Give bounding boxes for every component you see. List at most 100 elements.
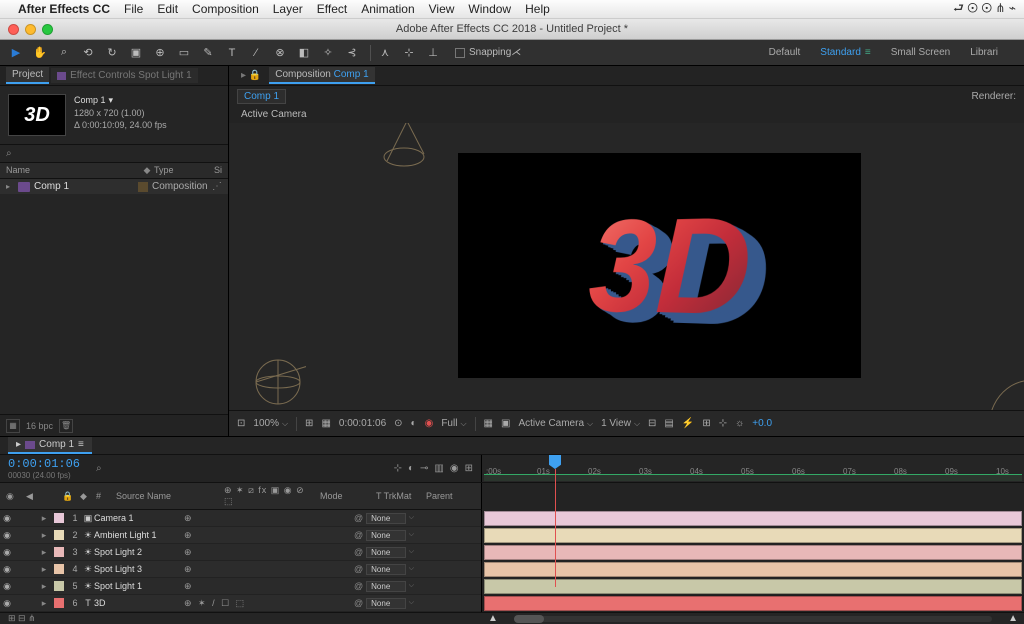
pixel-aspect-icon[interactable]: ▤ <box>664 418 673 429</box>
draft3d-icon[interactable]: ◐ <box>408 463 414 474</box>
parent-dropdown[interactable]: @None⌵ <box>354 513 414 524</box>
rotate-tool[interactable]: ↻ <box>102 43 122 63</box>
menu-animation[interactable]: Animation <box>361 2 414 16</box>
playhead[interactable] <box>555 455 561 482</box>
spot-light-wireframe-icon[interactable] <box>379 123 429 169</box>
work-area[interactable] <box>484 474 1022 481</box>
axis-world-icon[interactable]: ⊹ <box>399 43 419 63</box>
label-color[interactable] <box>54 530 64 540</box>
twirl-icon[interactable]: ▸ <box>38 530 50 541</box>
label-color[interactable] <box>54 547 64 557</box>
parent-dropdown[interactable]: @None⌵ <box>354 564 414 575</box>
layer-name[interactable]: Ambient Light 1 <box>94 530 184 540</box>
time-ruler[interactable]: :00s01s02s03s04s05s06s07s08s09s10s <box>482 455 1024 483</box>
workspace-libraries[interactable]: Librari <box>970 47 998 58</box>
workspace-standard[interactable]: Standard≡ <box>820 47 870 58</box>
preview-tc[interactable]: 0:00:01:06 <box>339 418 386 429</box>
layer-name[interactable]: Spot Light 3 <box>94 564 184 574</box>
roi-icon[interactable]: ◉ <box>425 418 434 429</box>
resolution-dropdown[interactable]: Full <box>441 418 466 429</box>
twirl-icon[interactable]: ▸ <box>38 513 50 524</box>
header-source[interactable]: Source Name <box>116 491 218 501</box>
pickwhip-icon[interactable]: @ <box>354 598 363 608</box>
axis-local-icon[interactable]: ⋏ <box>375 43 395 63</box>
orbit-tool[interactable]: ⟲ <box>78 43 98 63</box>
layer-switches[interactable]: ⊕ <box>184 581 274 592</box>
menu-file[interactable]: File <box>124 2 143 16</box>
toggle-switches-icon[interactable]: ⊞ ⊟ ⋔ <box>8 613 36 624</box>
pan-behind-tool[interactable]: ⊕ <box>150 43 170 63</box>
grid-icon[interactable]: ▦ <box>484 418 493 429</box>
composition-viewport[interactable]: 3D 3D 3D 3D 3D 3D 3D <box>229 123 1024 410</box>
parent-dropdown[interactable]: @None⌵ <box>354 530 414 541</box>
label-color[interactable] <box>54 564 64 574</box>
zoom-in-icon[interactable]: ▲ <box>1002 613 1024 624</box>
header-trkmat[interactable]: T TrkMat <box>376 491 420 501</box>
menu-composition[interactable]: Composition <box>192 2 259 16</box>
zoom-slider[interactable] <box>514 616 992 622</box>
twirl-icon[interactable]: ▸ <box>38 547 50 558</box>
header-switches[interactable]: ⊕ ✶ ⧄ fx ▣ ◉ ⊘ ⬚ <box>224 485 314 507</box>
magnify-icon[interactable]: ⊡ <box>237 418 245 429</box>
pickwhip-icon[interactable]: @ <box>354 564 363 574</box>
hand-tool[interactable]: ✋ <box>30 43 50 63</box>
layer-bar[interactable] <box>484 562 1022 577</box>
motion-blur-icon[interactable]: ◉ <box>450 463 459 474</box>
col-type[interactable]: Type <box>154 165 214 176</box>
window-titlebar[interactable]: Adobe After Effects CC 2018 - Untitled P… <box>0 19 1024 40</box>
camera-tool[interactable]: ▣ <box>126 43 146 63</box>
res-full-icon[interactable]: ⊞ <box>305 418 313 429</box>
current-time[interactable]: 0:00:01:06 <box>8 457 80 471</box>
comp-mini-flowchart-icon[interactable]: ⊹ <box>394 463 402 474</box>
timeline-search[interactable]: ⌕ <box>96 463 384 474</box>
axis-view-icon[interactable]: ⊥ <box>423 43 443 63</box>
layer-name[interactable]: 3D <box>94 598 184 608</box>
puppet-tool[interactable]: ⊰ <box>342 43 362 63</box>
label-color[interactable] <box>54 513 64 523</box>
camera-dropdown[interactable]: Active Camera <box>518 418 593 429</box>
pickwhip-icon[interactable]: @ <box>354 513 363 523</box>
3d-text-layer[interactable]: 3D 3D 3D 3D 3D 3D 3D <box>586 185 754 347</box>
view-options-icon[interactable]: ⊟ <box>648 418 656 429</box>
header-mode[interactable]: Mode <box>320 491 370 501</box>
snapping-toggle[interactable]: Snapping ⋌ <box>455 47 521 58</box>
pickwhip-icon[interactable]: @ <box>354 547 363 557</box>
layer-row[interactable]: ◉▸4☀Spot Light 3⊕@None⌵ <box>0 561 481 578</box>
layer-bar[interactable] <box>484 579 1022 594</box>
label-color[interactable] <box>54 598 64 608</box>
visibility-toggle[interactable]: ◉ <box>0 598 14 609</box>
frame-blend-icon[interactable]: ▥ <box>434 463 443 474</box>
visibility-toggle[interactable]: ◉ <box>0 564 14 575</box>
visibility-toggle[interactable]: ◉ <box>0 547 14 558</box>
guides-icon[interactable]: ▣ <box>501 418 510 429</box>
layer-switches[interactable]: ⊕ <box>184 513 274 524</box>
layer-name[interactable]: Camera 1 <box>94 513 184 523</box>
parent-dropdown[interactable]: @None⌵ <box>354 581 414 592</box>
menu-layer[interactable]: Layer <box>273 2 303 16</box>
menu-window[interactable]: Window <box>468 2 511 16</box>
pickwhip-icon[interactable]: @ <box>354 530 363 540</box>
layer-bar[interactable] <box>484 528 1022 543</box>
menu-view[interactable]: View <box>429 2 455 16</box>
snapshot-icon[interactable]: ⊙ <box>394 418 402 429</box>
hide-shy-icon[interactable]: ⊸ <box>420 463 428 474</box>
trash-icon[interactable]: 🗑 <box>59 419 73 433</box>
tab-composition[interactable]: Composition Comp 1 <box>269 67 374 84</box>
project-item-row[interactable]: ▸ Comp 1 Composition ⋰ <box>0 179 228 194</box>
breadcrumb-comp[interactable]: Comp 1 <box>237 89 286 104</box>
layer-switches[interactable]: ⊕ <box>184 564 274 575</box>
twirl-icon[interactable]: ▸ <box>38 598 50 609</box>
menu-edit[interactable]: Edit <box>157 2 178 16</box>
parent-dropdown[interactable]: @None⌵ <box>354 547 414 558</box>
panel-lock-icon[interactable]: ▸ 🔒 <box>235 68 267 83</box>
visibility-toggle[interactable]: ◉ <box>0 530 14 541</box>
lock-header-icon[interactable]: 🔒 <box>62 491 74 502</box>
layer-row[interactable]: ◉▸5☀Spot Light 1⊕@None⌵ <box>0 578 481 595</box>
workspace-small[interactable]: Small Screen <box>891 47 950 58</box>
timeline-tab[interactable]: ▸ Comp 1 ≡ <box>8 437 92 454</box>
pickwhip-icon[interactable]: @ <box>354 581 363 591</box>
audio-header-icon[interactable]: ◀ <box>26 491 36 502</box>
exposure-reset-icon[interactable]: ☼ <box>735 418 744 429</box>
bpc[interactable]: 16 bpc <box>26 421 53 431</box>
tab-project[interactable]: Project <box>6 67 49 84</box>
